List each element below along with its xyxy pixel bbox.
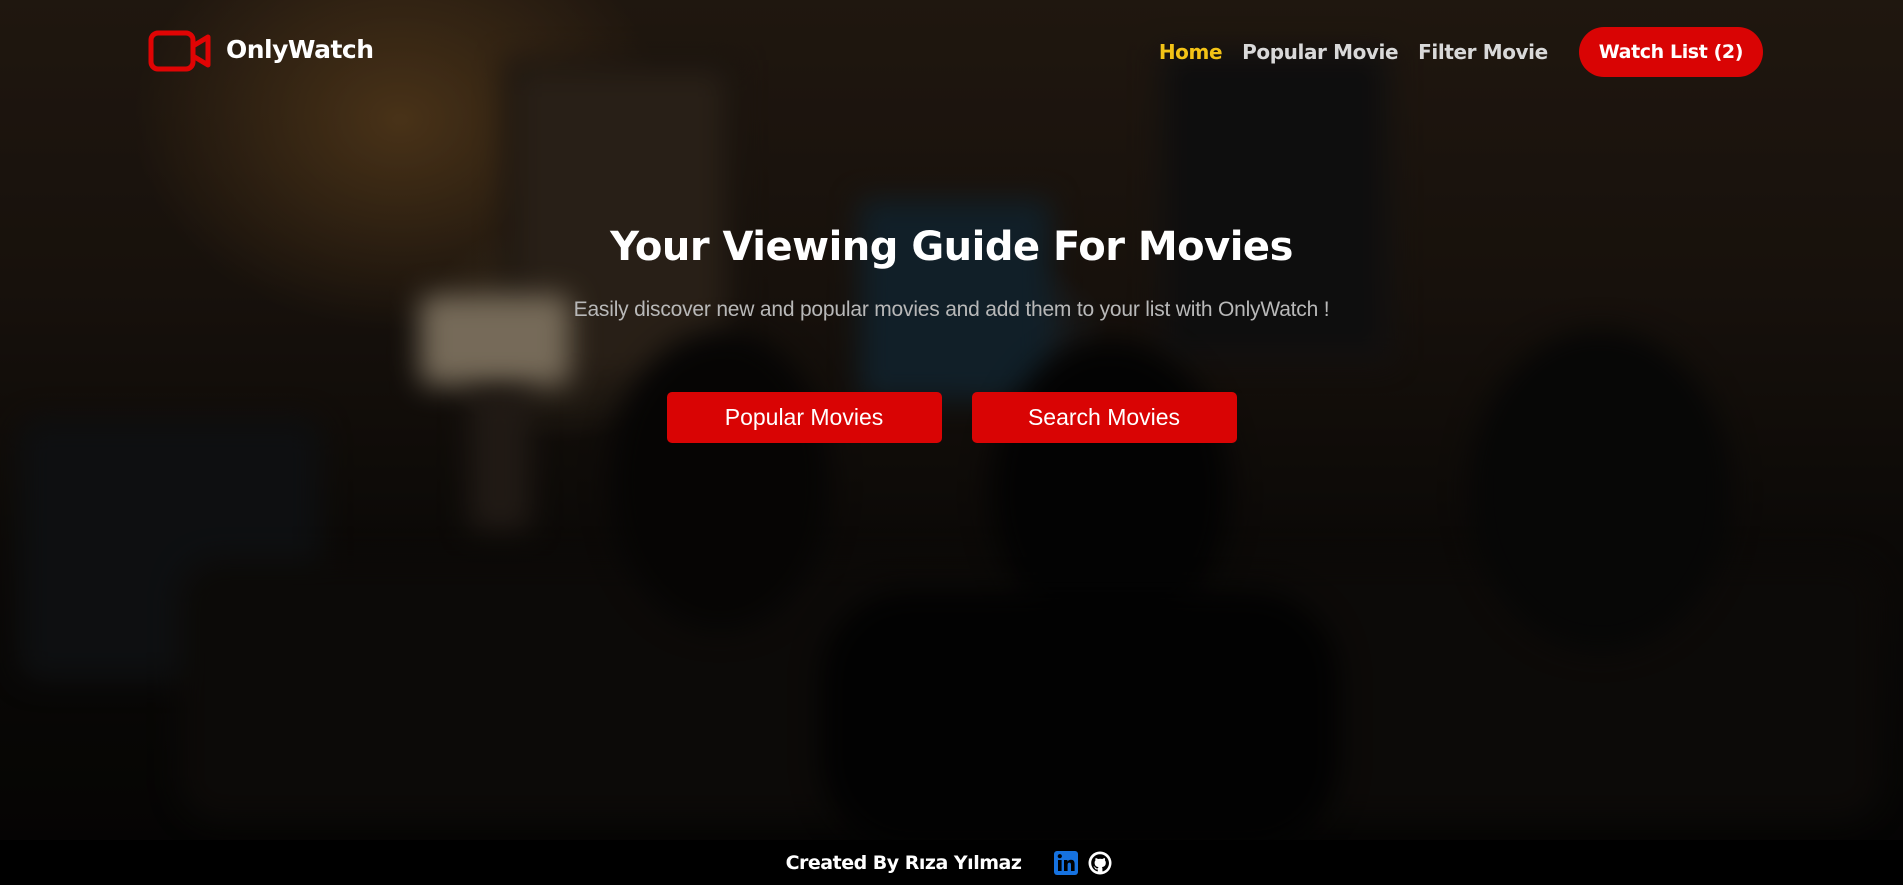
navbar: OnlyWatch Home Popular Movie Filter Movi… — [0, 0, 1903, 105]
social-links — [1049, 850, 1117, 876]
footer-credit: Created By Rıza Yılmaz — [785, 851, 1022, 874]
brand[interactable]: OnlyWatch — [148, 28, 374, 74]
hero-title: Your Viewing Guide For Movies — [610, 224, 1293, 270]
search-movies-button[interactable]: Search Movies — [971, 392, 1237, 443]
linkedin-icon[interactable] — [1053, 850, 1079, 876]
main-menu: Home Popular Movie Filter Movie Watch Li… — [1139, 27, 1763, 77]
hero-subtitle: Easily discover new and popular movies a… — [573, 298, 1330, 321]
nav-filter-movie-link[interactable]: Filter Movie — [1418, 40, 1548, 64]
video-camera-icon — [148, 30, 211, 72]
brand-name: OnlyWatch — [226, 34, 374, 64]
popular-movies-button[interactable]: Popular Movies — [666, 392, 942, 443]
footer: Created By Rıza Yılmaz — [0, 840, 1903, 885]
hero-buttons: Popular Movies Search Movies — [0, 392, 1903, 443]
hero-content: Your Viewing Guide For Movies Easily dis… — [0, 224, 1903, 322]
watch-list-button[interactable]: Watch List (2) — [1578, 27, 1763, 77]
nav-home-link[interactable]: Home — [1159, 40, 1223, 64]
github-icon[interactable] — [1087, 850, 1113, 876]
nav-popular-movie-link[interactable]: Popular Movie — [1242, 40, 1398, 64]
